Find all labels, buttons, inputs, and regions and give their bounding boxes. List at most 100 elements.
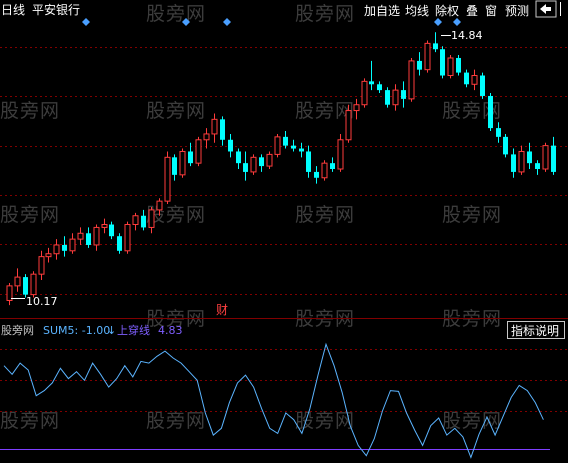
info-markers[interactable] [82, 18, 461, 26]
candle-body [164, 156, 171, 202]
finance-event-marker[interactable]: 财 [215, 302, 229, 317]
candle-body [148, 209, 155, 228]
candle-body [141, 215, 146, 228]
candle-body [417, 60, 422, 70]
candle-body [250, 156, 257, 173]
candle-body [527, 151, 532, 164]
candle-body [456, 57, 461, 73]
indicator-help-button[interactable]: 指标说明 [507, 321, 565, 339]
candle-body [488, 95, 493, 129]
candle-body [93, 226, 100, 246]
high-price-value: 14.84 [451, 29, 483, 42]
forecast-button[interactable]: 预测 [505, 4, 529, 18]
info-marker [453, 18, 461, 26]
candle-body [314, 171, 319, 178]
candle-body [69, 238, 76, 252]
add-watchlist-button[interactable]: 加自选 [364, 4, 400, 18]
candle-body [243, 163, 248, 172]
header-bar: 日线 平安银行 加自选 均线 除权 叠 窗 预测 [1, 0, 561, 18]
nav-button[interactable] [535, 0, 557, 18]
candle-body [496, 128, 501, 137]
candle-body [551, 145, 556, 172]
candle-body [345, 110, 352, 141]
candle-body [464, 72, 469, 85]
low-price-value: 10.17 [26, 295, 58, 308]
candle-body [259, 157, 264, 167]
watermark: 股旁网 [146, 204, 206, 226]
candle-body [299, 148, 304, 152]
watermark: 股旁网 [0, 100, 60, 122]
candle-body [203, 133, 210, 141]
candle-body [117, 236, 122, 251]
watermark: 股旁网 [442, 204, 502, 226]
candle-body [172, 157, 177, 175]
candle-body [353, 104, 360, 112]
candle-body [23, 277, 28, 295]
watermark: 股旁网 [442, 100, 502, 122]
info-marker [434, 18, 442, 26]
candle-body [447, 57, 454, 77]
ex-rights-button[interactable]: 除权 [435, 3, 459, 18]
candle-body [236, 151, 241, 164]
candle-body [101, 224, 108, 228]
watermark: 股旁网 [146, 3, 206, 25]
candle-body [179, 150, 186, 176]
candle-body [330, 163, 335, 169]
candle-body [266, 153, 273, 167]
watermark: 股旁网 [442, 410, 502, 432]
candle-body [503, 136, 508, 155]
candle-body [86, 233, 91, 245]
info-marker [82, 18, 90, 26]
candle-body [53, 244, 60, 255]
candle-body [124, 224, 131, 252]
down-arrow-icon: ↓ [107, 324, 116, 337]
watermark: 股旁网 [146, 410, 206, 432]
candle-body [518, 150, 525, 173]
watermark: 股旁网 [295, 204, 355, 226]
stock-chart: 股旁网 股旁网 股旁网 股旁网 股旁网 股旁网 股旁网 股旁网 股旁网 股旁网 … [0, 0, 568, 459]
watermark: 股旁网 [295, 3, 355, 25]
candle-body [38, 256, 45, 275]
candle-body [511, 154, 516, 172]
watermark: 股旁网 [295, 410, 355, 432]
candle-body [401, 90, 406, 99]
candle-body [132, 215, 139, 226]
watermark: 股旁网 [0, 204, 60, 226]
candle-body [424, 42, 431, 71]
window-button[interactable]: 窗 [485, 4, 497, 18]
candle-body [156, 200, 163, 211]
candle-body [369, 81, 374, 85]
signal-label: 上穿线 [117, 323, 150, 337]
candle-body [542, 145, 549, 170]
candle-body [440, 49, 445, 76]
indicator-help-label: 指标说明 [511, 323, 559, 338]
indicator-name: 股旁网 [1, 323, 34, 337]
candlestick-series [6, 32, 556, 306]
candle-body [377, 84, 382, 91]
indicator-pane [0, 342, 550, 459]
period-label[interactable]: 日线 [1, 3, 25, 17]
candle-body [62, 244, 67, 251]
candle-body [188, 151, 193, 164]
candle-body [109, 224, 114, 237]
candle-body [30, 273, 37, 296]
moving-average-button[interactable]: 均线 [405, 4, 429, 18]
overlay-button[interactable]: 叠 [466, 4, 478, 18]
candle-body [361, 80, 368, 106]
signal-value: 4.83 [158, 324, 183, 337]
candle-body [195, 139, 202, 164]
candle-body [408, 60, 415, 100]
candle-body [45, 253, 52, 258]
watermark: 股旁网 [0, 410, 60, 432]
watermark: 股旁网 [146, 100, 206, 122]
candle-body [321, 162, 328, 179]
candle-body [220, 119, 225, 140]
high-price-label: 14.84 [441, 29, 483, 42]
candle-body [77, 232, 84, 240]
candle-body [433, 43, 438, 50]
candle-body [385, 90, 390, 105]
candle-body [14, 276, 21, 287]
indicator-sum5: SUM5: -1.00 [43, 324, 110, 337]
stock-name: 平安银行 [32, 2, 80, 17]
candle-body [211, 118, 218, 135]
